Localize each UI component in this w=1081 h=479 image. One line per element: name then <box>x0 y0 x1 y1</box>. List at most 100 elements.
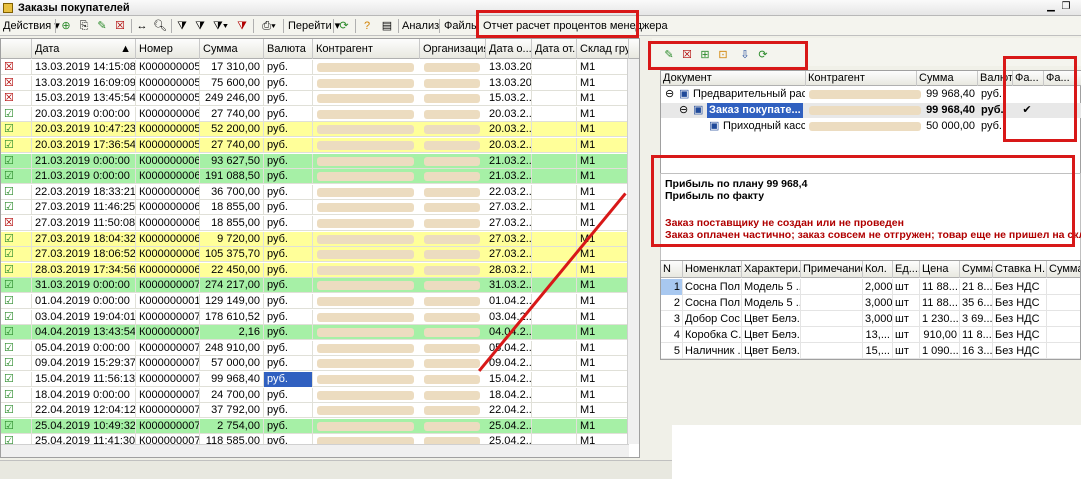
report-icon[interactable]: ▤ <box>380 19 394 33</box>
item-row[interactable]: 4 Коробка С... Цвет Белэ... 13,... шт 910,00 1… <box>661 327 1080 343</box>
table-row[interactable]: ☑ 27.03.2019 18:06:52 К0000000068 105 375,7… <box>1 247 629 263</box>
items-col-note[interactable]: Примечание <box>801 261 863 278</box>
add-icon[interactable]: ⊕ <box>59 19 73 33</box>
edit-doc-icon[interactable]: ✎ <box>662 48 676 62</box>
filter-off-icon[interactable]: ⧩ <box>235 19 249 33</box>
col-date-o[interactable]: Дата о... <box>486 39 532 59</box>
table-row[interactable]: ☑ 20.03.2019 10:47:23 К0000000058 52 200,00… <box>1 122 629 138</box>
cell-num: К0000000071 <box>136 309 200 325</box>
docs-col-counterparty[interactable]: Контрагент <box>806 71 917 86</box>
items-col-price[interactable]: Цена <box>920 261 960 278</box>
delete-doc-icon[interactable]: ☒ <box>680 48 694 62</box>
table-row[interactable]: ☑ 27.03.2019 18:04:32 К0000000067 9 720,00 р… <box>1 231 629 247</box>
item-cell-vs <box>1047 311 1080 327</box>
vertical-scrollbar[interactable] <box>627 59 639 444</box>
horizontal-scrollbar[interactable] <box>1 444 629 457</box>
table-row[interactable]: ☑ 22.04.2019 12:04:12 К0000000077 37 792,00… <box>1 403 629 419</box>
restore-icon[interactable]: ❐ <box>1060 2 1072 13</box>
collapse-icon[interactable]: ⊖ <box>679 103 691 118</box>
help-icon[interactable]: ? <box>360 19 374 33</box>
col-date-ot[interactable]: Дата от... <box>532 39 577 59</box>
new-doc-icon[interactable]: ⊡ <box>716 48 730 62</box>
item-row[interactable]: 3Добор Сос...Цвет Белэ... 3,000шт1 230...… <box>661 311 1080 327</box>
docs-col-fa2[interactable]: Фа... <box>1044 71 1081 86</box>
items-col-n[interactable]: N <box>661 261 683 278</box>
col-currency[interactable]: Валюта <box>264 39 313 59</box>
table-row[interactable]: ☑ 21.03.2019 0:00:00 К0000000061 93 627,50 р… <box>1 153 629 169</box>
analysis-button[interactable]: Анализ <box>402 18 439 34</box>
tree-row[interactable]: ⊖ ▣ Предварительный расч... 99 968,40 ру… <box>661 87 1081 102</box>
open-doc-icon[interactable]: ⇩ <box>738 48 752 62</box>
col-sum[interactable]: Сумма <box>200 39 264 59</box>
table-row[interactable]: ☑ 21.03.2019 0:00:00 К0000000062 191 088,50… <box>1 169 629 185</box>
items-col-unit[interactable]: Ед.... <box>893 261 920 278</box>
edit-icon[interactable]: ✎ <box>95 19 109 33</box>
blurred-cell <box>317 281 414 291</box>
item-row[interactable]: 1Сосна Пол...Модель 5 ... 2,000шт11 88...… <box>661 279 1080 295</box>
cell-cur: руб. <box>264 356 313 372</box>
item-row[interactable]: 2Сосна Пол...Модель 5 ... 3,000шт11 88...… <box>661 295 1080 311</box>
table-row[interactable]: ☑ 28.03.2019 17:34:56 К0000000069 22 450,00… <box>1 262 629 278</box>
col-number[interactable]: Номер <box>136 39 200 59</box>
docs-col-fa1[interactable]: Фа... <box>1013 71 1044 86</box>
minimize-icon[interactable]: ▁ <box>1045 2 1057 13</box>
docs-col-sum[interactable]: Сумма <box>917 71 978 86</box>
docs-col-document[interactable]: Документ <box>661 71 806 86</box>
items-col-nomenclature[interactable]: Номенклат... <box>683 261 742 278</box>
copy-icon[interactable]: ⎘ <box>77 19 91 33</box>
items-col-vat-rate[interactable]: Ставка Н... <box>993 261 1047 278</box>
table-row[interactable]: ☒ 13.03.2019 14:15:08 К0000000055 17 310,00… <box>1 60 629 75</box>
blurred-cell <box>424 281 480 291</box>
table-row[interactable]: ☒ 13.03.2019 16:09:09 К0000000056 75 600,00… <box>1 75 629 91</box>
table-row[interactable]: ☑ 27.03.2019 11:46:25 К0000000065 18 855,00… <box>1 200 629 216</box>
blurred-cell <box>317 406 414 416</box>
interval-icon[interactable]: ↔ <box>135 19 149 33</box>
table-row[interactable]: ☒ 27.03.2019 11:50:08 К0000000066 18 855,00… <box>1 216 629 231</box>
item-cell-qty: 13,... <box>863 327 893 343</box>
table-row[interactable]: ☑04.04.2019 13:43:54К00000000722,16руб.0… <box>1 325 629 341</box>
table-row[interactable]: ☑ 25.04.2019 10:49:32 К0000000078 2 754,00 р… <box>1 418 629 434</box>
window-title: Заказы покупателей <box>18 2 130 14</box>
items-col-characteristic[interactable]: Характери... <box>742 261 801 278</box>
table-row[interactable]: ☑ 31.03.2019 0:00:00 К0000000070 274 217,00… <box>1 278 629 294</box>
items-col-vat-sum[interactable]: Сумма Н... <box>1047 261 1080 278</box>
table-row[interactable]: ☑ 05.04.2019 0:00:00 К0000000073 248 910,00… <box>1 340 629 356</box>
filter-list-icon[interactable]: ⧩ <box>193 19 207 33</box>
tree-row[interactable]: ▣ Приходный касс... 50 000,00 руб. <box>661 119 1081 134</box>
table-row[interactable]: ☑ 20.03.2019 17:36:54 К0000000059 27 740,00… <box>1 138 629 153</box>
item-cell-vat: Без НДС <box>993 295 1047 311</box>
refresh-icon[interactable]: ⟳ <box>337 19 351 33</box>
items-col-sum[interactable]: Сумма <box>960 261 993 278</box>
cell-num: К0000000062 <box>136 169 200 185</box>
col-date[interactable]: Дата ▲ <box>32 39 136 59</box>
blurred-cell <box>424 94 480 104</box>
blurred-cell <box>424 406 480 416</box>
manager-percent-report-button[interactable]: Отчет расчет процентов менеджера <box>483 18 668 34</box>
col-counterparty[interactable]: Контрагент <box>313 39 420 59</box>
table-row[interactable]: ☑ 15.04.2019 11:56:13 К0000000075 99 968,40… <box>1 372 629 387</box>
tree-row-selected[interactable]: ⊖ ▣ Заказ покупате... 99 968,40 руб. ✔ <box>661 103 1081 118</box>
items-col-qty[interactable]: Кол. <box>863 261 893 278</box>
actions-menu[interactable]: Действия ▾ <box>3 18 60 34</box>
filter-icon[interactable]: ⧩ <box>175 19 189 33</box>
table-row[interactable]: ☑ 03.04.2019 19:04:01 К0000000071 178 610,5… <box>1 309 629 325</box>
table-row[interactable]: ☒ 15.03.2019 13:45:54 К0000000057 249 246,0… <box>1 91 629 107</box>
table-row[interactable]: ☑ 18.04.2019 0:00:00 К0000000076 24 700,00 р… <box>1 387 629 403</box>
col-organization[interactable]: Организация <box>420 39 486 59</box>
item-row[interactable]: 5 Наличник ... Цвет Белэ... 15,... шт 1 090..… <box>661 343 1080 359</box>
files-button[interactable]: Файлы <box>444 18 479 34</box>
delete-icon[interactable]: ☒ <box>113 19 127 33</box>
print-icon[interactable]: ⎙▾ <box>259 19 279 33</box>
filter-dropdown-icon[interactable]: ⧩▾ <box>213 19 228 33</box>
collapse-icon[interactable]: ⊖ <box>665 87 677 102</box>
table-row[interactable]: ☑ 09.04.2019 15:29:37 К0000000074 57 000,00… <box>1 356 629 372</box>
refresh-docs-icon[interactable]: ⟳ <box>756 48 770 62</box>
col-warehouse[interactable]: Склад групп <box>577 39 629 59</box>
table-row[interactable]: ☑ 20.03.2019 0:00:00 К0000000060 27 740,00 р… <box>1 106 629 122</box>
docs-col-currency[interactable]: Валют <box>978 71 1013 86</box>
item-cell-name: Сосна Пол... <box>685 295 742 311</box>
table-row[interactable]: ☑ 22.03.2019 18:33:21 К0000000063 36 700,00… <box>1 184 629 200</box>
add-doc-icon[interactable]: ⊞ <box>698 48 712 62</box>
find-icon[interactable]: 🔍︎ <box>153 19 167 33</box>
doc-name: Заказ покупате... <box>707 103 803 118</box>
